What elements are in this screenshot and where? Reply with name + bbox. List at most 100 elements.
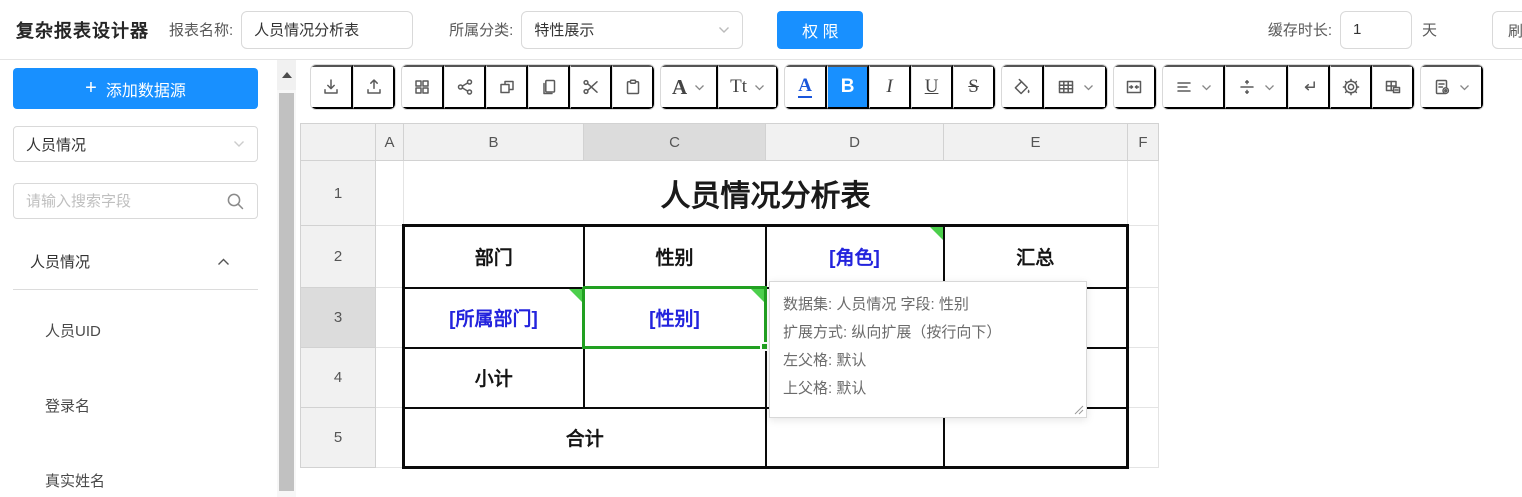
- paste-button[interactable]: [612, 65, 654, 109]
- cell-e2[interactable]: 汇总: [944, 226, 1128, 288]
- strikethrough-button[interactable]: S: [953, 65, 995, 109]
- cell-title[interactable]: 人员情况分析表: [404, 161, 1128, 226]
- upload-button[interactable]: [353, 65, 395, 109]
- add-datasource-button[interactable]: + 添加数据源: [13, 68, 258, 109]
- scrollbar-thumb[interactable]: [279, 93, 294, 491]
- column-header-c[interactable]: C: [584, 124, 766, 161]
- permission-button[interactable]: 权 限: [777, 11, 863, 49]
- split-rows-icon: [1237, 77, 1257, 97]
- chevron-down-icon: [718, 26, 730, 34]
- cell-c3-selected[interactable]: [性别]: [584, 288, 766, 348]
- copy-button[interactable]: [528, 65, 570, 109]
- layout-grid-button[interactable]: [402, 65, 444, 109]
- report-name-input[interactable]: [241, 11, 413, 49]
- format-toolbar: A Tt A B I U: [310, 64, 1522, 110]
- cell-a2[interactable]: [376, 226, 404, 288]
- toolbar-group-style: A B I U S: [784, 64, 996, 110]
- dataset-section-title: 人员情况: [30, 251, 90, 272]
- upload-icon: [364, 77, 384, 97]
- cell-b3[interactable]: [所属部门]: [404, 288, 584, 348]
- format-cells-button[interactable]: [1372, 65, 1414, 109]
- scroll-up-button[interactable]: [277, 60, 296, 90]
- enter-arrow-icon: [1299, 77, 1319, 97]
- row-split-dropdown[interactable]: [1225, 65, 1288, 109]
- merge-cells-button[interactable]: [1114, 65, 1156, 109]
- download-button[interactable]: [311, 65, 353, 109]
- toolbar-group-font: A Tt: [660, 64, 779, 110]
- share-button[interactable]: [444, 65, 486, 109]
- vertical-scrollbar[interactable]: [277, 60, 296, 497]
- gear-icon: [1341, 77, 1361, 97]
- dataset-select[interactable]: 人员情况: [13, 126, 258, 162]
- chevron-down-icon: [1459, 84, 1470, 91]
- cell-a4[interactable]: [376, 348, 404, 408]
- wrap-text-button[interactable]: [1288, 65, 1330, 109]
- overlap-squares-icon: [497, 77, 517, 97]
- category-select-value: 特性展示: [534, 19, 594, 40]
- cell-b4[interactable]: 小计: [404, 348, 584, 408]
- row-header-5[interactable]: 5: [301, 408, 376, 468]
- font-size-dropdown[interactable]: Tt: [718, 65, 778, 109]
- column-header-b[interactable]: B: [404, 124, 584, 161]
- refresh-button-clipped[interactable]: 刷新: [1492, 11, 1522, 49]
- field-tag: [所属部门]: [449, 309, 538, 330]
- cell-b2[interactable]: 部门: [404, 226, 584, 288]
- cell-b5-merged[interactable]: 合计: [404, 408, 766, 468]
- cache-duration-input[interactable]: [1340, 11, 1412, 49]
- merge-cells-icon: [1124, 77, 1144, 97]
- border-dropdown[interactable]: [1044, 65, 1107, 109]
- search-icon: [226, 192, 245, 211]
- row-header-4[interactable]: 4: [301, 348, 376, 408]
- font-color-button[interactable]: A: [785, 65, 827, 109]
- paint-bucket-icon: [1012, 77, 1032, 97]
- font-dropdown[interactable]: A: [661, 65, 718, 109]
- align-dropdown[interactable]: [1163, 65, 1225, 109]
- top-bar: 复杂报表设计器 报表名称: 所属分类: 特性展示 权 限 缓存时长: 天 刷新: [0, 0, 1522, 60]
- field-tag: [角色]: [829, 248, 880, 269]
- column-header-e[interactable]: E: [944, 124, 1128, 161]
- category-label: 所属分类:: [449, 19, 513, 40]
- category-select[interactable]: 特性展示: [521, 11, 743, 49]
- row-header-3[interactable]: 3: [301, 288, 376, 348]
- corner-header[interactable]: [301, 124, 376, 161]
- dataset-section-header[interactable]: 人员情况: [13, 243, 258, 280]
- settings-button[interactable]: [1330, 65, 1372, 109]
- align-lines-icon: [1174, 77, 1194, 97]
- column-header-f[interactable]: F: [1128, 124, 1159, 161]
- resize-grip-icon[interactable]: [1073, 404, 1084, 415]
- cell-d2[interactable]: [角色]: [766, 226, 944, 288]
- italic-button[interactable]: I: [869, 65, 911, 109]
- cell-f5[interactable]: [1128, 408, 1159, 468]
- selection-fill-handle[interactable]: [760, 342, 769, 351]
- cell-a3[interactable]: [376, 288, 404, 348]
- bold-button[interactable]: B: [827, 65, 869, 109]
- cut-button[interactable]: [570, 65, 612, 109]
- field-item[interactable]: 真实姓名: [13, 443, 258, 497]
- cache-label: 缓存时长:: [1268, 19, 1332, 40]
- underline-button[interactable]: U: [911, 65, 953, 109]
- report-settings-dropdown[interactable]: [1421, 65, 1483, 109]
- dataset-select-value: 人员情况: [26, 134, 86, 155]
- row-header-1[interactable]: 1: [301, 161, 376, 226]
- cell-f3[interactable]: [1128, 288, 1159, 348]
- chevron-down-icon: [1083, 84, 1094, 91]
- cell-f1[interactable]: [1128, 161, 1159, 226]
- cell-a5[interactable]: [376, 408, 404, 468]
- green-corner-marker: [569, 289, 582, 302]
- column-header-d[interactable]: D: [766, 124, 944, 161]
- cell-c4[interactable]: [584, 348, 766, 408]
- bring-forward-button[interactable]: [486, 65, 528, 109]
- table-borders-icon: [1056, 77, 1076, 97]
- download-icon: [321, 77, 341, 97]
- field-item[interactable]: 登录名: [13, 368, 258, 443]
- cell-f2[interactable]: [1128, 226, 1159, 288]
- cell-a1[interactable]: [376, 161, 404, 226]
- field-item[interactable]: 人员UID: [13, 293, 258, 368]
- field-search-input[interactable]: [26, 193, 226, 210]
- fill-color-button[interactable]: [1002, 65, 1044, 109]
- cell-f4[interactable]: [1128, 348, 1159, 408]
- column-header-a[interactable]: A: [376, 124, 404, 161]
- green-corner-marker: [751, 289, 764, 302]
- cell-c2[interactable]: 性别: [584, 226, 766, 288]
- row-header-2[interactable]: 2: [301, 226, 376, 288]
